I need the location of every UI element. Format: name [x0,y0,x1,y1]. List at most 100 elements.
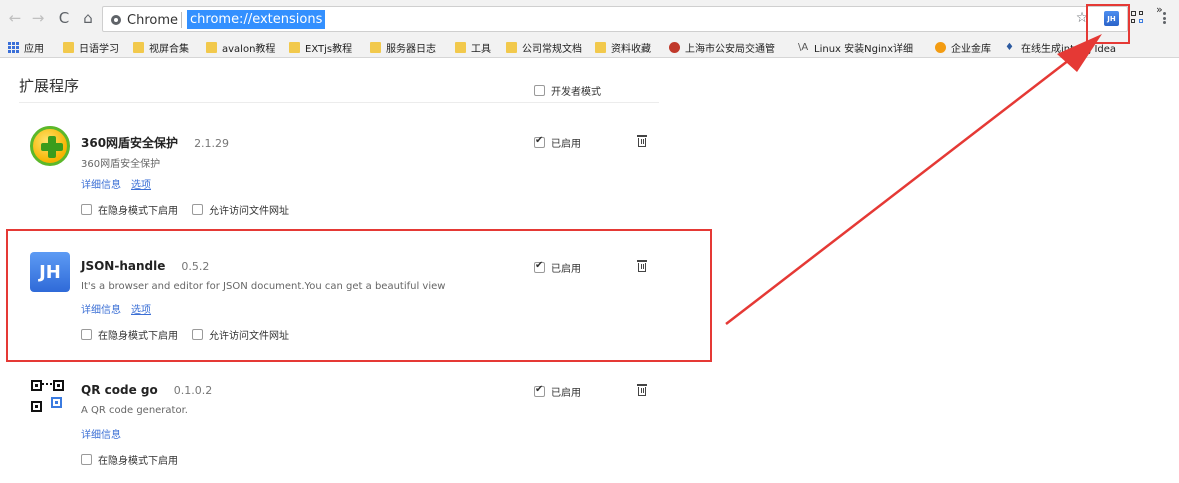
enabled-toggle[interactable]: 已启用 [534,384,581,399]
extension-options: 在隐身模式下启用 允许访问文件网址 [81,327,303,342]
bookmark-item[interactable]: EXTjs教程 [289,39,352,55]
bookmark-item[interactable]: avalon教程 [206,39,275,55]
incognito-label: 在隐身模式下启用 [98,456,178,467]
reload-icon[interactable]: C [55,8,73,28]
enabled-toggle[interactable]: 已启用 [534,260,581,275]
developer-mode-checkbox[interactable] [534,85,545,96]
extension-links: 详细信息 选项 [81,176,151,191]
bookmark-item[interactable]: 资料收藏 [595,39,651,55]
bookmark-item[interactable]: 视屏合集 [133,39,189,55]
json-handle-extension-icon[interactable]: JH [1104,11,1119,26]
bookmark-label: 企业金库 [951,43,991,55]
favicon-icon: ♦ [1005,41,1014,53]
extension-title: 360网盾安全保护 2.1.29 [81,136,230,150]
bookmark-label: avalon教程 [222,43,276,55]
folder-icon [289,41,300,53]
bookmark-star-icon[interactable]: ☆ [1074,10,1090,26]
file-access-checkbox[interactable] [192,204,203,215]
extension-title: QR code go 0.1.0.2 [81,383,213,397]
site-label: Chrome [127,12,178,28]
enabled-checkbox[interactable] [534,384,545,397]
bookmark-label: 资料收藏 [611,43,651,55]
bookmark-item[interactable]: 应用 [8,39,44,55]
incognito-checkbox[interactable] [81,204,92,215]
developer-mode-label: 开发者模式 [551,87,601,98]
home-icon[interactable]: ⌂ [79,8,97,28]
bookmark-item[interactable]: 上海市公安局交通管 [669,39,775,55]
enabled-toggle[interactable]: 已启用 [534,135,581,150]
bookmark-label: 服务器日志 [386,43,436,55]
forward-arrow-icon[interactable]: → [29,8,47,28]
extension-options: 在隐身模式下启用 [81,452,192,467]
json-handle-icon: JH [30,252,70,292]
bookmark-label: 视屏合集 [149,43,189,55]
url-text[interactable]: chrome://extensions [187,10,326,29]
bookmark-item[interactable]: 公司常规文档 [506,39,582,55]
360-shield-icon [30,126,70,166]
folder-icon [595,41,606,53]
folder-icon [370,41,381,53]
extension-options: 在隐身模式下启用 允许访问文件网址 [81,202,303,217]
enabled-label: 已启用 [551,388,581,399]
qr-code-icon [30,379,70,419]
bookmark-item[interactable]: 工具 [455,39,491,55]
header-divider [19,102,659,103]
bookmark-item[interactable]: ♦ 在线生成intellij Idea [1005,39,1116,55]
bookmark-label: 应用 [24,43,44,55]
incognito-checkbox[interactable] [81,454,92,465]
extension-links: 详细信息 [81,426,121,441]
apps-grid-icon [8,41,19,53]
bookmarks-bar: 应用 日语学习 视屏合集 avalon教程 EXTjs教程 服务器日志 工具 公司常规文档 资料… [0,36,1179,58]
bookmark-item[interactable]: 服务器日志 [370,39,436,55]
folder-icon [63,41,74,53]
folder-icon [206,41,217,53]
favicon-icon [935,41,946,53]
bookmark-label: 公司常规文档 [522,43,582,55]
developer-mode-toggle[interactable]: 开发者模式 [534,83,601,98]
omnibox-divider [181,12,182,28]
bookmark-label: 上海市公安局交通管 [685,43,775,55]
qr-code-extension-icon[interactable] [1131,11,1145,25]
extension-description: It's a browser and editor for JSON docum… [81,281,446,292]
bookmark-item[interactable]: 日语学习 [63,39,119,55]
details-link[interactable]: 详细信息 [81,176,121,191]
trash-icon[interactable] [637,384,647,396]
bookmark-label: Linux 安装Nginx详细 [814,43,913,55]
favicon-icon [669,41,680,53]
bookmarks-overflow-chevron[interactable]: » [1156,3,1163,16]
extension-description: A QR code generator. [81,405,188,416]
incognito-checkbox[interactable] [81,329,92,340]
address-bar[interactable]: Chrome chrome://extensions [102,6,1128,32]
bookmark-label: 日语学习 [79,43,119,55]
folder-icon [133,41,144,53]
site-chip: Chrome [111,11,178,29]
enabled-checkbox[interactable] [534,135,545,148]
bookmark-label: 在线生成intellij Idea [1021,43,1117,55]
extension-links: 详细信息 选项 [81,301,151,316]
incognito-label: 在隐身模式下启用 [98,206,178,217]
bookmark-label: 工具 [471,43,491,55]
bookmark-item[interactable]: \A Linux 安装Nginx详细 [798,39,913,55]
extension-description: 360网盾安全保护 [81,159,161,170]
folder-icon [455,41,466,53]
incognito-label: 在隐身模式下启用 [98,331,178,342]
page-title: 扩展程序 [19,77,80,95]
options-link[interactable]: 选项 [131,301,151,316]
annotation-box-json-handle [6,229,712,362]
bookmark-item[interactable]: 企业金库 [935,39,991,55]
enabled-checkbox[interactable] [534,260,545,273]
favicon-icon: \A [798,41,809,53]
extension-title: JSON-handle 0.5.2 [81,259,210,273]
file-access-checkbox[interactable] [192,329,203,340]
bookmark-label: EXTjs教程 [305,43,353,55]
back-arrow-icon[interactable]: ← [6,8,24,28]
browser-toolbar: ← → C ⌂ Chrome chrome://extensions ☆ JH [0,0,1179,36]
trash-icon[interactable] [637,135,647,147]
trash-icon[interactable] [637,260,647,272]
details-link[interactable]: 详细信息 [81,426,121,441]
enabled-label: 已启用 [551,139,581,150]
options-link[interactable]: 选项 [131,176,151,191]
folder-icon [506,41,517,53]
chrome-page-icon [111,15,121,25]
details-link[interactable]: 详细信息 [81,301,121,316]
